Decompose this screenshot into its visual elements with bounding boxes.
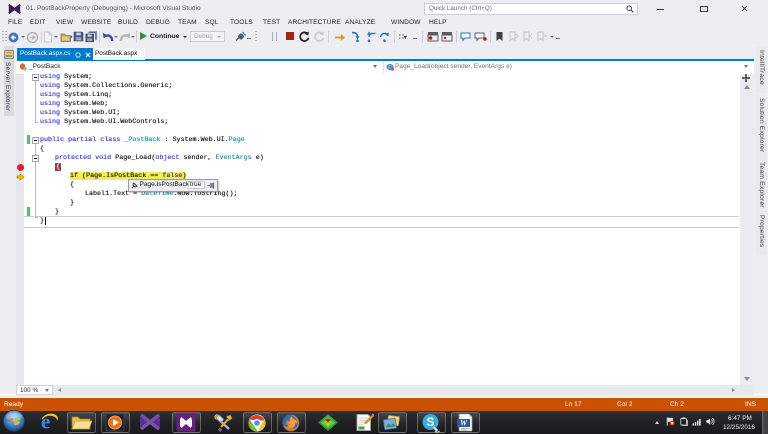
svg-text:W: W (460, 419, 468, 428)
